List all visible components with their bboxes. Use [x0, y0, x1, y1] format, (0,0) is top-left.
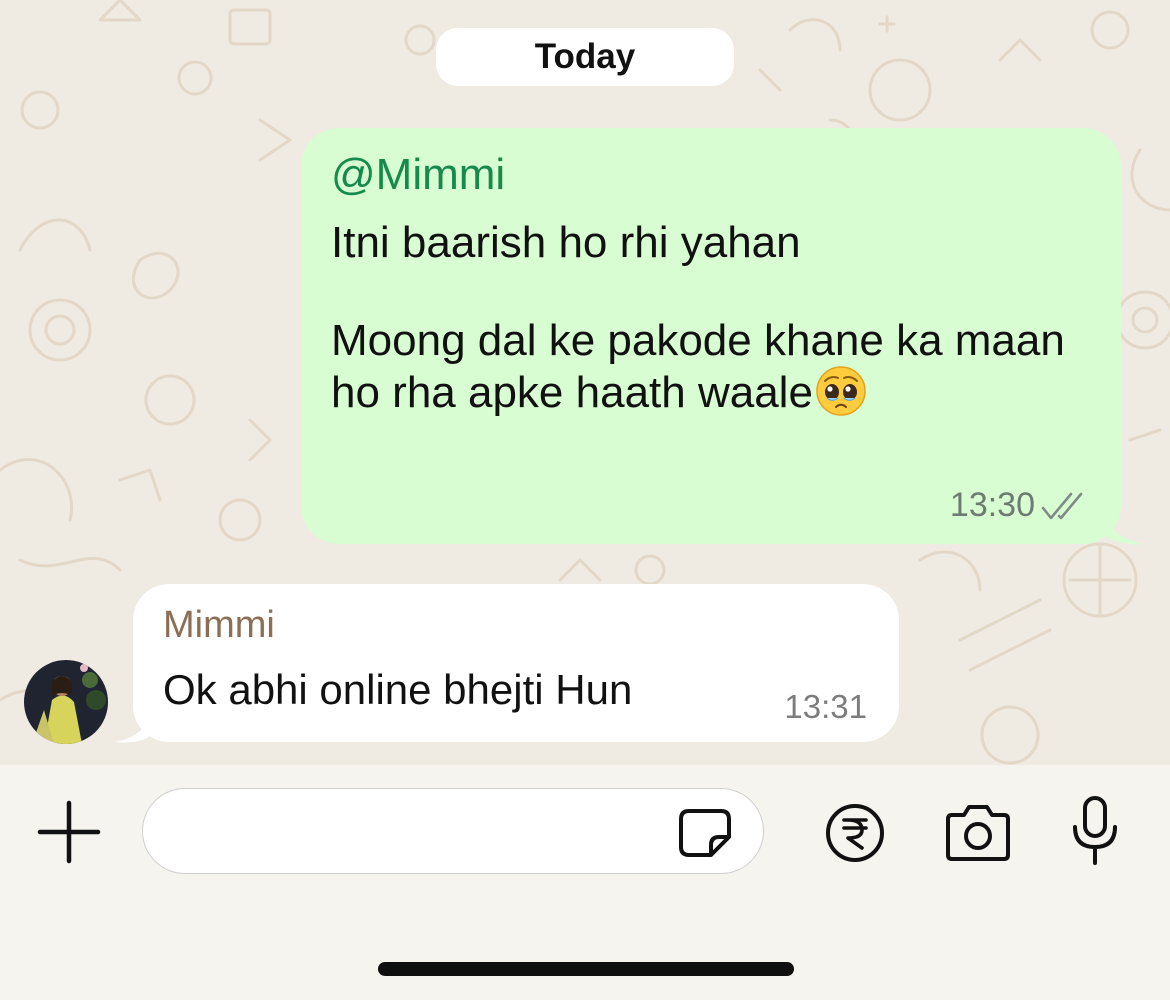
outgoing-message-bubble[interactable]: @Mimmi Itni baarish ho rhi yahan Moong d…	[301, 128, 1121, 544]
incoming-message-bubble[interactable]: Mimmi Ok abhi online bhejti Hun 13:31	[133, 584, 899, 742]
mention-tag[interactable]: @Mimmi	[331, 150, 505, 200]
plus-icon[interactable]	[36, 799, 102, 865]
incoming-message-time: 13:31	[784, 688, 867, 725]
message-input[interactable]	[167, 799, 671, 865]
date-divider: Today	[436, 28, 734, 86]
outgoing-message-body: Itni baarish ho rhi yahan Moong dal ke p…	[331, 218, 1065, 417]
outgoing-message-time: 13:30	[949, 486, 1035, 524]
microphone-icon[interactable]	[1068, 795, 1122, 867]
chat-area[interactable]: Today @Mimmi Itni baarish ho rhi yahan M…	[0, 0, 1170, 765]
home-indicator[interactable]	[378, 962, 794, 976]
incoming-message-text: Ok abhi online bhejti Hun	[163, 666, 633, 713]
message-input-field[interactable]	[142, 788, 764, 874]
composer-bar	[0, 765, 1170, 1000]
sender-name[interactable]: Mimmi	[163, 604, 275, 647]
outgoing-message-text: Itni baarish ho rhi yahan Moong dal ke p…	[331, 218, 1091, 417]
date-divider-label: Today	[534, 37, 636, 76]
rupee-icon[interactable]	[824, 802, 886, 864]
double-check-read-icon	[1041, 492, 1083, 520]
camera-icon[interactable]	[942, 803, 1014, 863]
sticker-icon[interactable]	[677, 807, 733, 859]
avatar[interactable]	[24, 660, 108, 744]
pleading-face-emoji-icon	[816, 366, 866, 416]
contact-photo	[24, 660, 108, 744]
